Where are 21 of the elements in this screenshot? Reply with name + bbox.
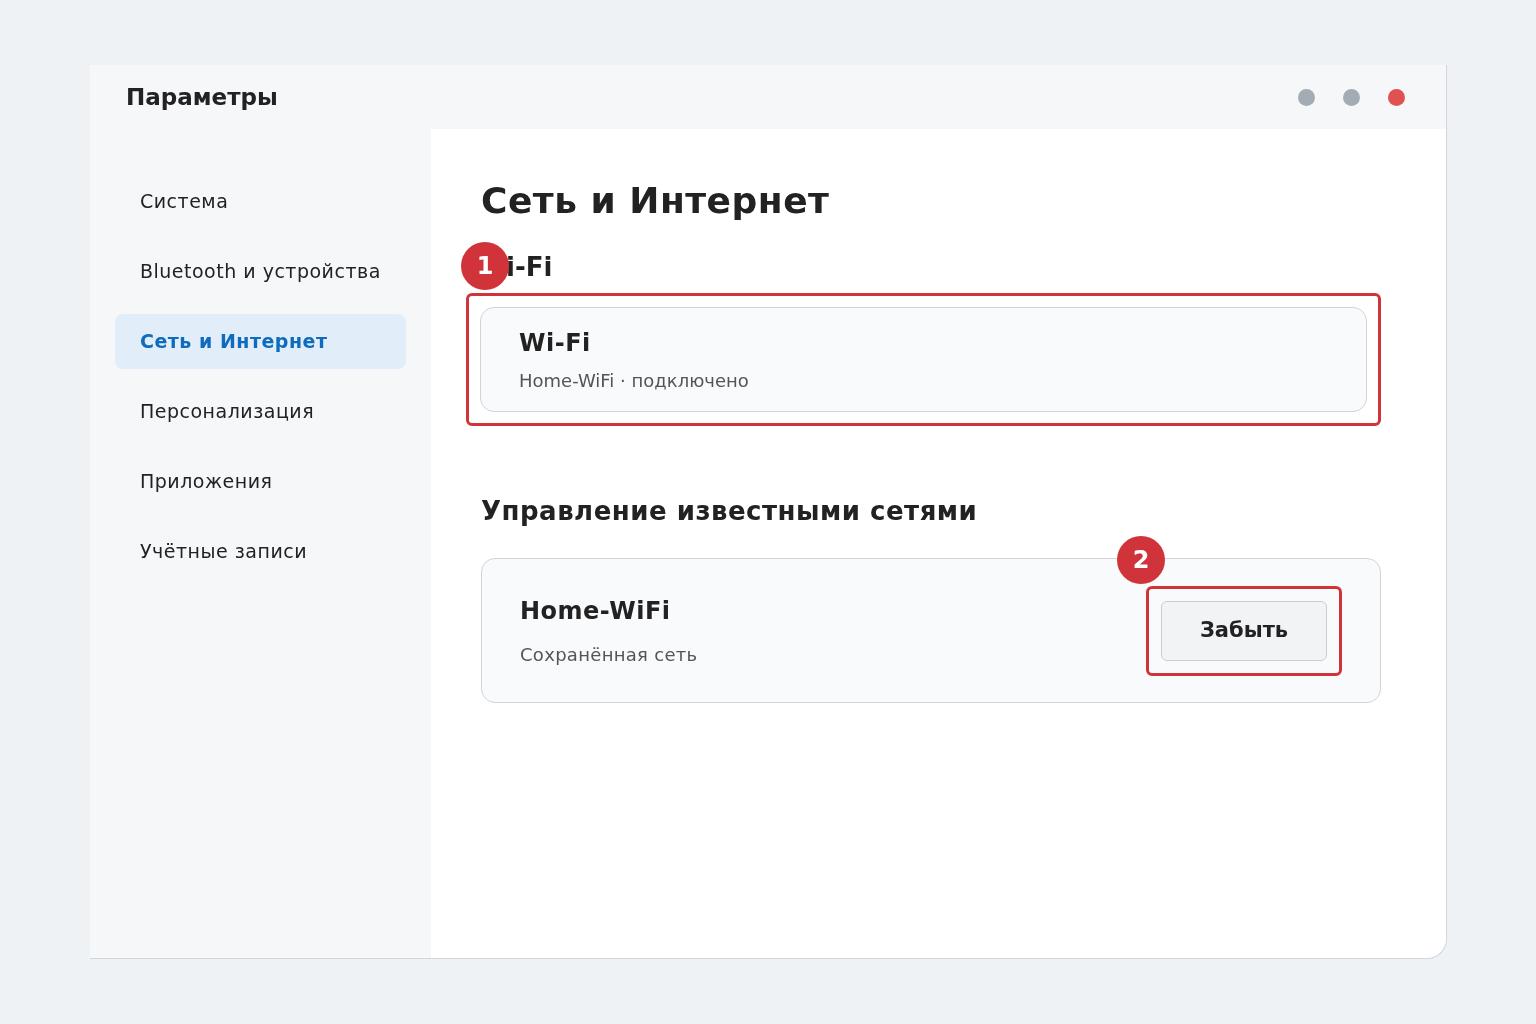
wifi-card[interactable]: Wi-Fi Home-WiFi · подключено bbox=[480, 307, 1367, 412]
sidebar-item[interactable]: Сеть и Интернет bbox=[115, 314, 406, 369]
network-name: Home-WiFi bbox=[520, 596, 672, 627]
window-control[interactable] bbox=[1343, 88, 1360, 106]
sidebar-item[interactable]: Учётные записи bbox=[115, 524, 406, 579]
step-badge: 1 bbox=[461, 242, 509, 290]
section-heading: i-Fi bbox=[506, 252, 553, 282]
window-title: Параметры bbox=[126, 82, 278, 112]
forget-button[interactable]: Забыть bbox=[1161, 600, 1327, 661]
window-control[interactable] bbox=[1298, 88, 1315, 106]
sidebar-item[interactable]: Приложения bbox=[115, 454, 406, 509]
page-title: Сеть и Интернет bbox=[481, 179, 831, 223]
step-badge: 2 bbox=[1117, 535, 1165, 584]
sidebar-item[interactable]: Bluetooth и устройства bbox=[115, 244, 406, 299]
section-heading: Управление известными сетями bbox=[481, 495, 979, 528]
card-subtitle: Home-WiFi · подключено bbox=[519, 369, 750, 393]
window-control[interactable] bbox=[1388, 88, 1405, 106]
sidebar-item[interactable]: Система bbox=[115, 174, 406, 229]
card-title: Wi-Fi bbox=[519, 328, 592, 359]
sidebar-item[interactable]: Персонализация bbox=[115, 384, 406, 439]
network-status: Сохранённая сеть bbox=[520, 643, 698, 667]
